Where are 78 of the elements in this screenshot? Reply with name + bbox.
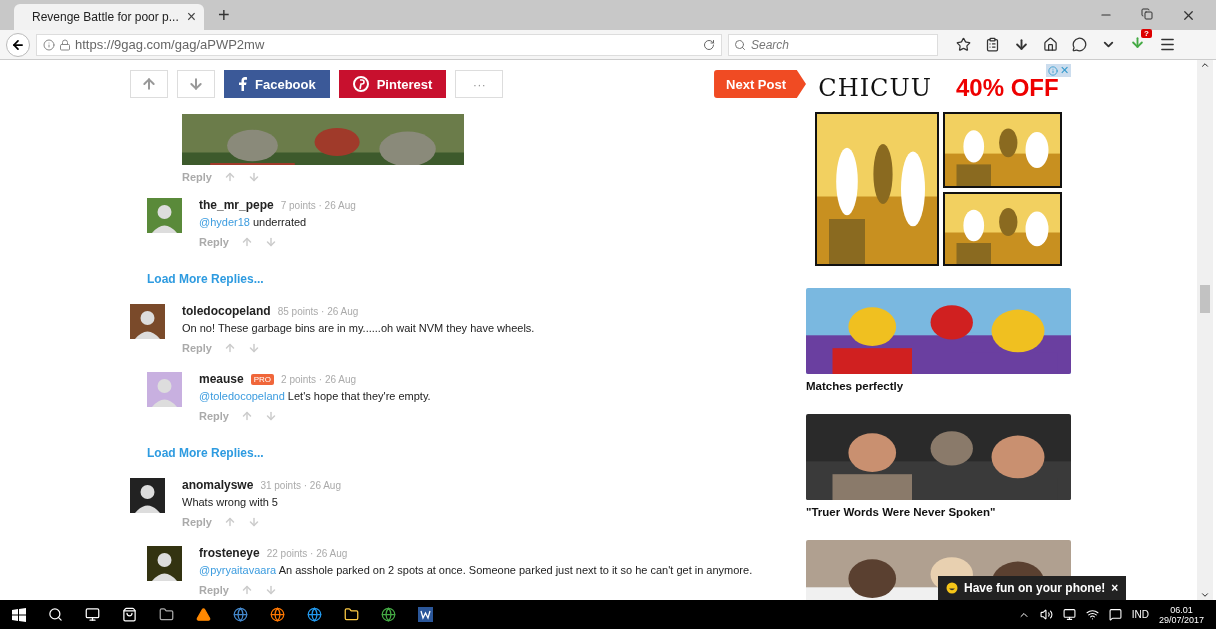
- scroll-up-icon[interactable]: [1200, 60, 1210, 70]
- info-icon: [43, 38, 55, 51]
- username[interactable]: meause: [199, 372, 244, 386]
- upvote-button[interactable]: [130, 70, 168, 98]
- notification-badge: ?: [1141, 29, 1152, 38]
- pro-badge: PRO: [250, 373, 275, 385]
- browser-tab[interactable]: Revenge Battle for poor p... ×: [14, 4, 204, 30]
- up-arrow-icon: [141, 76, 157, 92]
- lock-icon: [59, 38, 71, 51]
- wifi-icon[interactable]: [1085, 608, 1099, 621]
- comment-meta: 85 points · 26 Aug: [277, 305, 359, 317]
- new-tab-button[interactable]: +: [218, 4, 230, 27]
- username[interactable]: toledocopeland: [182, 304, 271, 318]
- scroll-down-icon[interactable]: [1200, 590, 1210, 600]
- toast-close-button[interactable]: ×: [1111, 581, 1119, 595]
- info-icon: [1048, 65, 1058, 76]
- facebook-button[interactable]: Facebook: [224, 70, 330, 98]
- volume-icon[interactable]: [1039, 608, 1053, 621]
- task-view-icon[interactable]: [85, 607, 100, 622]
- address-bar[interactable]: https://9gag.com/gag/aPWP2mw: [36, 33, 722, 56]
- scrollbar[interactable]: [1197, 60, 1213, 600]
- back-arrow-icon: [11, 37, 25, 52]
- toast-text: Have fun on your phone!: [964, 581, 1106, 595]
- next-post-button[interactable]: Next Post: [714, 70, 806, 98]
- scrollbar-thumb[interactable]: [1200, 285, 1210, 313]
- explorer-icon[interactable]: [344, 607, 359, 622]
- chat-icon[interactable]: [1072, 37, 1087, 52]
- download-icon[interactable]: [1014, 37, 1029, 52]
- clock[interactable]: 06.01 29/07/2017: [1158, 604, 1204, 625]
- reader-icon[interactable]: [985, 37, 1000, 52]
- avatar: [147, 198, 182, 233]
- facebook-icon: [238, 77, 247, 91]
- notifications-icon[interactable]: [1108, 608, 1122, 621]
- avatar: [147, 546, 182, 581]
- username[interactable]: frosteneye: [199, 546, 260, 560]
- pinterest-icon: [352, 76, 369, 92]
- post-title[interactable]: "Truer Words Were Never Spoken": [806, 506, 1071, 518]
- search-icon: [734, 38, 746, 51]
- bookmark-star-icon[interactable]: [956, 37, 971, 52]
- pinterest-button[interactable]: Pinterest: [338, 70, 447, 98]
- close-tab-button[interactable]: ×: [186, 8, 197, 26]
- comment-meta: 31 points · 26 Aug: [260, 479, 341, 491]
- down-arrow-icon: [188, 76, 204, 92]
- search-field[interactable]: Search: [728, 33, 938, 56]
- comment-text: @pyryaitavaara An asshole parked on 2 spots at once. Someone parked just next to it so he can't get in anymore.: [199, 564, 753, 576]
- username[interactable]: the_mr_pepe: [199, 198, 274, 212]
- comment-meta: 7 points · 26 Aug: [280, 199, 356, 211]
- username[interactable]: anomalyswe: [182, 478, 254, 492]
- smiley-icon: [946, 582, 958, 594]
- mention-link[interactable]: @pyryaitavaara: [199, 564, 277, 576]
- restore-icon[interactable]: [1141, 7, 1153, 20]
- avatar: [147, 372, 182, 407]
- comment-text: @toledocopeland Let's hope that they're empty.: [199, 390, 431, 402]
- globe-icon[interactable]: [233, 607, 248, 622]
- comment-meta: 2 points · 26 Aug: [281, 373, 357, 385]
- mention-link[interactable]: @toledocopeland: [199, 390, 285, 402]
- post-title[interactable]: Matches perfectly: [806, 380, 1071, 392]
- comment-text: @hyder18 underrated: [199, 216, 308, 228]
- avatar: [130, 478, 165, 513]
- menu-icon[interactable]: [1159, 36, 1176, 53]
- download-helper-icon[interactable]: [1130, 35, 1145, 50]
- home-icon[interactable]: [1043, 37, 1058, 52]
- windows-start-icon[interactable]: [12, 607, 26, 622]
- comment-text: Whats wrong with 5: [182, 496, 279, 508]
- language-indicator[interactable]: IND: [1131, 609, 1149, 620]
- downvote-button[interactable]: [177, 70, 215, 98]
- ad-brand: CHICUU: [818, 74, 932, 102]
- avatar: [130, 304, 165, 339]
- word-icon[interactable]: [418, 607, 433, 622]
- ad-offer: 40% OFF: [955, 74, 1059, 102]
- search-icon[interactable]: [48, 607, 63, 622]
- store-icon[interactable]: [122, 607, 137, 622]
- mention-link[interactable]: @hyder18: [199, 216, 250, 228]
- comment-text: On no! These garbage bins are in my......oh wait NVM they have wheels.: [182, 322, 535, 334]
- files-icon[interactable]: [159, 607, 174, 622]
- comment-meta: 22 points · 26 Aug: [266, 547, 348, 559]
- reload-icon[interactable]: [703, 38, 715, 51]
- back-button[interactable]: [6, 32, 30, 57]
